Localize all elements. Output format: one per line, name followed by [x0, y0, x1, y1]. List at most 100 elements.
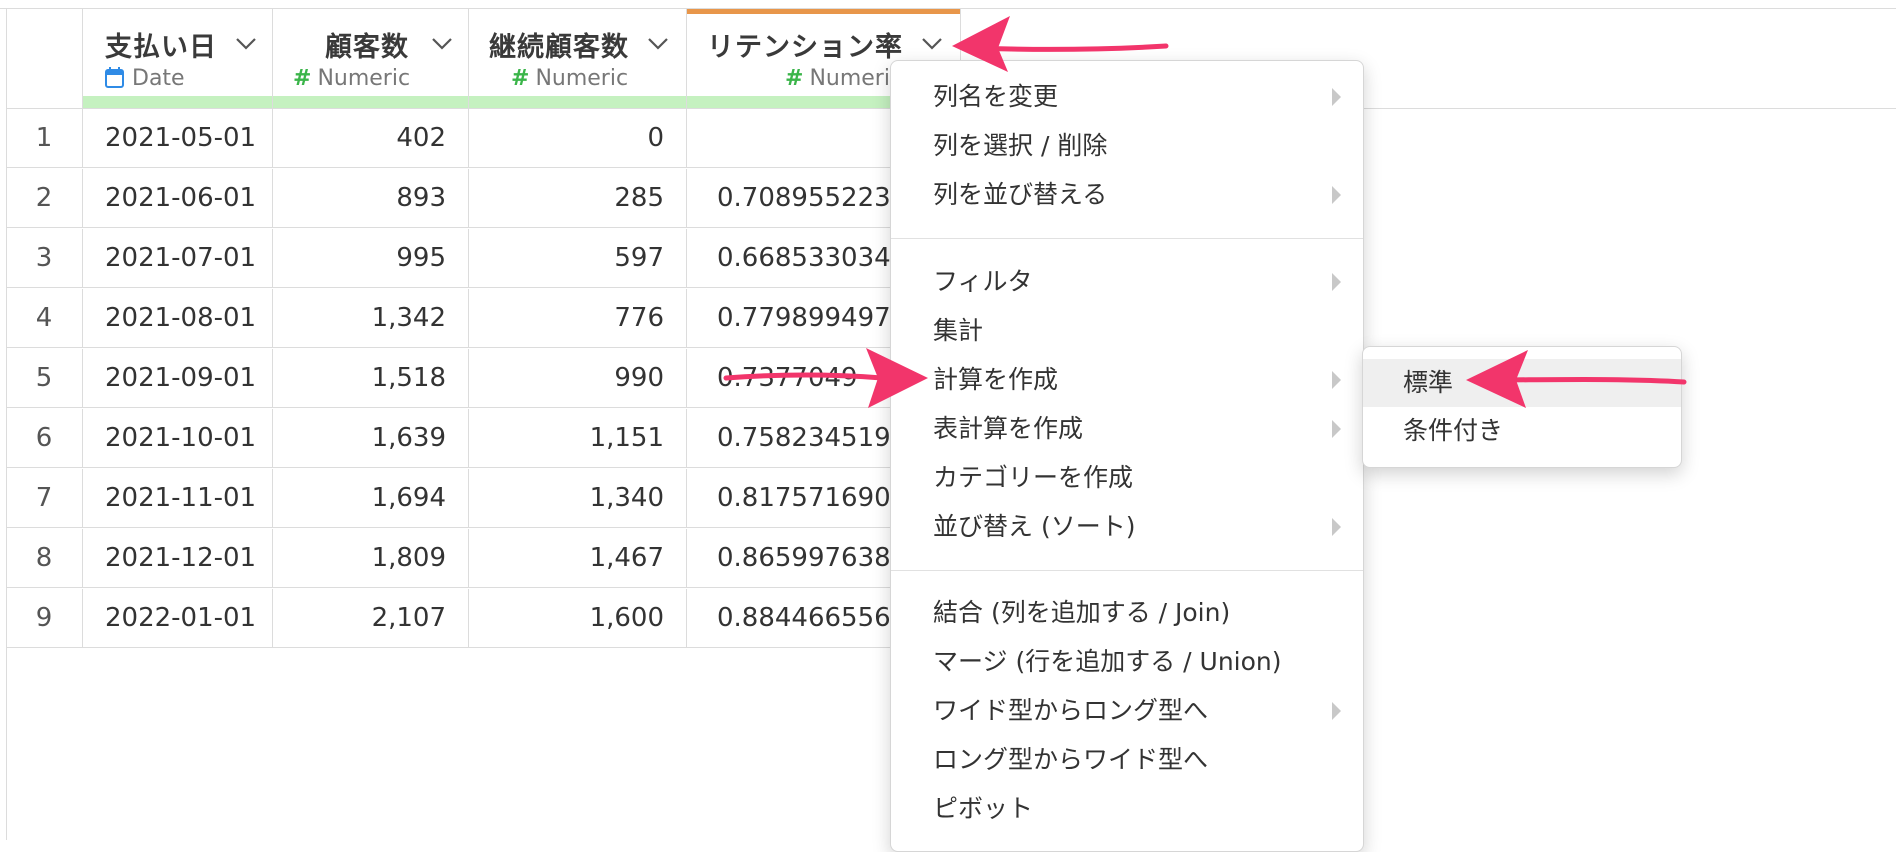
chevron-right-icon: [1332, 88, 1341, 106]
table-cell[interactable]: 990: [469, 349, 687, 408]
column-header-stripe: [273, 96, 468, 108]
row-number: 3: [6, 229, 83, 288]
chevron-down-icon[interactable]: [429, 31, 455, 55]
column-type-label: Numeri: [809, 66, 890, 91]
table-cell[interactable]: 1,467: [469, 529, 687, 588]
table-cell[interactable]: 2021-06-01: [83, 169, 273, 228]
table-cell[interactable]: 1,694: [273, 469, 469, 528]
table-cell[interactable]: 2021-08-01: [83, 289, 273, 348]
chevron-down-icon[interactable]: [233, 31, 259, 55]
column-type-label: Numeric: [535, 66, 629, 91]
table-cell[interactable]: 1,342: [273, 289, 469, 348]
column-header-stripe: [469, 96, 686, 108]
chevron-right-icon: [1332, 518, 1341, 536]
row-number: 8: [6, 529, 83, 588]
menu-item-create-calculation[interactable]: 計算を作成: [891, 356, 1363, 404]
menu-item-select-delete[interactable]: 列を選択 / 削除: [891, 122, 1363, 170]
column-name: 顧客数: [325, 32, 409, 63]
calendar-icon: [105, 67, 124, 88]
submenu-item-conditional[interactable]: 条件付き: [1363, 407, 1681, 455]
active-column-indicator: [687, 9, 960, 14]
menu-item-label: フィルタ: [933, 267, 1033, 296]
submenu-item-label: 標準: [1403, 368, 1454, 397]
table-cell[interactable]: 1,340: [469, 469, 687, 528]
menu-item-label: マージ (行を追加する / Union): [933, 647, 1282, 676]
column-header-stripe: [83, 96, 272, 108]
column-type-label: Date: [132, 66, 185, 91]
menu-item-label: 集計: [933, 316, 984, 345]
column-type: # Numeric: [293, 66, 410, 91]
column-type-label: Numeric: [317, 66, 411, 91]
menu-separator: [891, 238, 1363, 239]
hash-icon: #: [293, 66, 312, 91]
row-number: 6: [6, 409, 83, 468]
table-cell[interactable]: 2022-01-01: [83, 589, 273, 648]
column-name: リテンション率: [707, 32, 903, 63]
menu-item-reorder-columns[interactable]: 列を並び替える: [891, 171, 1363, 219]
row-number: 1: [6, 109, 83, 168]
table-cell[interactable]: 285: [469, 169, 687, 228]
menu-item-label: 表計算を作成: [933, 414, 1084, 443]
row-number: 9: [6, 589, 83, 648]
menu-item-label: ピボット: [933, 794, 1034, 823]
menu-item-aggregate[interactable]: 集計: [891, 307, 1363, 355]
menu-item-create-category[interactable]: カテゴリーを作成: [891, 454, 1363, 502]
calculation-submenu: 標準 条件付き: [1362, 346, 1682, 468]
column-type: # Numeric: [511, 66, 628, 91]
menu-item-filter[interactable]: フィルタ: [891, 258, 1363, 306]
menu-item-pivot[interactable]: ピボット: [891, 785, 1363, 833]
table-cell[interactable]: 1,518: [273, 349, 469, 408]
table-cell[interactable]: 2021-09-01: [83, 349, 273, 408]
menu-item-label: 結合 (列を追加する / Join): [933, 598, 1231, 627]
table-cell[interactable]: 1,639: [273, 409, 469, 468]
menu-item-label: カテゴリーを作成: [933, 463, 1134, 492]
row-number: 4: [6, 289, 83, 348]
table-cell[interactable]: 2021-11-01: [83, 469, 273, 528]
menu-item-label: 列名を変更: [933, 82, 1059, 111]
menu-item-wide-to-long[interactable]: ワイド型からロング型へ: [891, 687, 1363, 735]
chevron-right-icon: [1332, 420, 1341, 438]
table-cell[interactable]: 995: [273, 229, 469, 288]
table-cell[interactable]: 2021-10-01: [83, 409, 273, 468]
chevron-down-icon[interactable]: [919, 31, 945, 55]
column-header-date[interactable]: 支払い日 Date: [83, 9, 273, 108]
table-cell[interactable]: 402: [273, 109, 469, 168]
row-number: 2: [6, 169, 83, 228]
menu-item-merge[interactable]: マージ (行を追加する / Union): [891, 638, 1363, 686]
column-header-customers[interactable]: 顧客数 # Numeric: [273, 9, 469, 108]
menu-item-label: 列を並び替える: [933, 180, 1108, 209]
column-header-retained[interactable]: 継続顧客数 # Numeric: [469, 9, 687, 108]
table-cell[interactable]: 2,107: [273, 589, 469, 648]
table-cell[interactable]: 1,809: [273, 529, 469, 588]
hash-icon: #: [785, 66, 804, 91]
chevron-right-icon: [1332, 702, 1341, 720]
chevron-right-icon: [1332, 371, 1341, 389]
data-frame-view: 支払い日 Date 顧客数 # Numeric 継続顧客数 # Numeric リテ…: [0, 0, 1896, 852]
submenu-item-standard[interactable]: 標準: [1363, 359, 1681, 407]
chevron-right-icon: [1332, 186, 1341, 204]
menu-item-label: 並び替え (ソート): [933, 512, 1136, 541]
menu-item-long-to-wide[interactable]: ロング型からワイド型へ: [891, 736, 1363, 784]
table-cell[interactable]: 0: [469, 109, 687, 168]
table-cell[interactable]: 893: [273, 169, 469, 228]
table-cell[interactable]: 2021-12-01: [83, 529, 273, 588]
hash-icon: #: [511, 66, 530, 91]
menu-item-rename[interactable]: 列名を変更: [891, 73, 1363, 121]
submenu-item-label: 条件付き: [1403, 416, 1504, 445]
table-cell[interactable]: 1,151: [469, 409, 687, 468]
menu-item-label: ロング型からワイド型へ: [933, 745, 1209, 774]
table-cell[interactable]: 597: [469, 229, 687, 288]
table-cell[interactable]: 776: [469, 289, 687, 348]
column-context-menu: 列名を変更 列を選択 / 削除 列を並び替える フィルタ 集計 計算を作成 表計…: [890, 60, 1364, 852]
menu-item-join[interactable]: 結合 (列を追加する / Join): [891, 589, 1363, 637]
menu-item-label: 列を選択 / 削除: [933, 131, 1108, 160]
menu-item-sort[interactable]: 並び替え (ソート): [891, 503, 1363, 551]
table-cell[interactable]: 2021-05-01: [83, 109, 273, 168]
row-number-header: [6, 9, 83, 108]
table-cell[interactable]: 2021-07-01: [83, 229, 273, 288]
table-cell[interactable]: 1,600: [469, 589, 687, 648]
menu-separator: [891, 570, 1363, 571]
column-type: # Numeri: [785, 66, 890, 91]
menu-item-create-table-calculation[interactable]: 表計算を作成: [891, 405, 1363, 453]
chevron-down-icon[interactable]: [645, 31, 671, 55]
